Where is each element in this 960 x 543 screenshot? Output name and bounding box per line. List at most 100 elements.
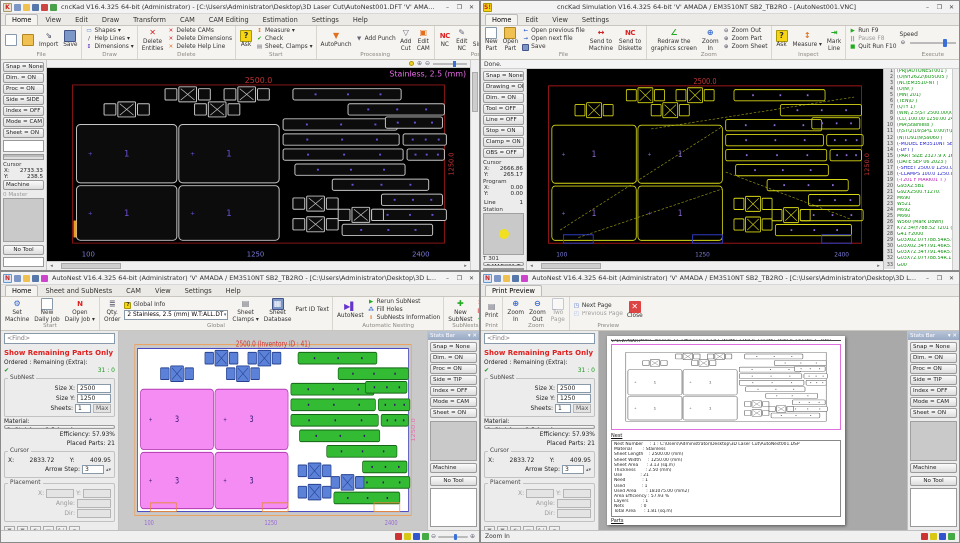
close-button[interactable]: ✕ <box>466 2 477 12</box>
shapes-button[interactable]: ▭ Shapes ▾ <box>85 28 133 35</box>
vertical-scrollbar[interactable] <box>470 60 479 270</box>
set-machine-button[interactable]: ⚙ Set Machine <box>4 298 30 323</box>
maximize-button[interactable]: ❐ <box>934 2 945 12</box>
print-button[interactable]: ▤ Print <box>484 301 499 320</box>
open-icon[interactable] <box>23 274 30 282</box>
nc-scrollbar[interactable] <box>952 69 959 270</box>
stats-bar-close-icon[interactable]: ▾ ✕ <box>468 333 477 339</box>
status-toggle[interactable]: Snap = None <box>3 62 44 72</box>
close-button[interactable]: ✕ <box>466 273 477 283</box>
arrow-step-field[interactable]: 3 <box>81 465 104 474</box>
close-button[interactable]: ✕ <box>946 273 957 283</box>
save-button[interactable]: Save <box>62 30 78 48</box>
minimize-button[interactable]: – <box>442 273 453 283</box>
part-id-text-button[interactable]: Part ID Text <box>295 307 329 314</box>
mark-line-button[interactable]: ⇥ Mark Line <box>826 27 842 52</box>
ribbon-tab[interactable]: CAM <box>173 14 202 25</box>
size-x-field[interactable]: 2500 <box>77 384 111 393</box>
ribbon-tab[interactable]: Edit <box>68 14 95 25</box>
zoom-out-button[interactable]: ⊖ Zoom Out <box>723 28 768 35</box>
new-icon[interactable] <box>14 274 21 282</box>
status-toggle[interactable]: Mode = CAM <box>430 397 477 407</box>
save-icon[interactable] <box>32 274 39 282</box>
close-preview-button[interactable]: ✕ Close <box>626 301 644 319</box>
minimize-button[interactable]: – <box>922 273 933 283</box>
new-part-button[interactable]: New Part <box>484 27 499 52</box>
zoom-sheet-button[interactable]: ⊕ Zoom Sheet <box>723 44 768 51</box>
save-button[interactable]: Save <box>522 44 585 51</box>
nest-icon[interactable] <box>41 274 48 282</box>
max-button[interactable]: Max <box>93 404 111 413</box>
import-button[interactable]: ⇘ Import <box>38 30 59 49</box>
zoom-in-button[interactable]: ⊕ Zoom In <box>506 298 525 323</box>
speed-minus-icon[interactable]: ⊖ <box>899 40 906 47</box>
find-input[interactable]: <Find> <box>484 333 595 344</box>
delete-cams-button[interactable]: ✕ Delete CAMs <box>167 28 232 35</box>
measure-button[interactable]: ↕ Measure ▾ <box>792 30 823 49</box>
ribbon-tab[interactable]: Help <box>219 285 248 296</box>
quit-run-button[interactable]: ■ Quit Run F10 <box>849 44 896 51</box>
close-button[interactable]: ✕ <box>946 2 957 12</box>
maximize-button[interactable]: ❐ <box>934 273 945 283</box>
find-input[interactable]: <Find> <box>4 333 115 344</box>
measure-button[interactable]: ↕ Measure ▾ <box>256 28 313 35</box>
status-toggle[interactable]: Tool = OFF <box>483 104 524 114</box>
open-next-file-button[interactable]: → Open next file <box>522 36 585 43</box>
previous-page-button[interactable]: ◰ Previous Page <box>573 311 623 318</box>
ribbon-tab[interactable]: View <box>148 285 178 296</box>
view-icon[interactable] <box>50 3 57 11</box>
check-button[interactable]: ✔ Check <box>256 36 313 43</box>
delete-entities-button[interactable]: ✕ Delete Entities <box>141 27 165 52</box>
status-icon-green[interactable] <box>948 533 955 540</box>
status-icon-yellow[interactable] <box>403 533 411 540</box>
ask-button[interactable]: ? Ask <box>239 30 253 48</box>
send-to-diskette-button[interactable]: NC Send to Diskette <box>617 27 643 51</box>
ribbon-tab[interactable]: Estimation <box>256 14 305 25</box>
add-cut-button[interactable]: ▽ Add Cut <box>399 27 413 52</box>
ribbon-tab[interactable]: Settings <box>575 14 616 25</box>
size-y-field[interactable]: 1250 <box>557 394 591 403</box>
status-toggle[interactable]: Proc = ON <box>910 364 957 374</box>
size-y-field[interactable]: 1250 <box>77 394 111 403</box>
simulation-button[interactable]: S!Simulation <box>472 30 479 48</box>
titlebar-autonest-preview[interactable]: N AutoNest V16.4.325 64-bit (Administrat… <box>481 272 959 285</box>
speed-slider[interactable]: ⊖⊕ <box>899 39 959 48</box>
stats-bar-close-icon[interactable]: ▾ ✕ <box>948 333 957 339</box>
zoom-out-icon[interactable]: ⊖ <box>431 533 436 540</box>
open-icon[interactable] <box>23 3 30 11</box>
qty-order-button[interactable]: ≣ Qty. Order <box>103 298 121 323</box>
delete-subnest-icon[interactable]: ✕ <box>477 299 479 306</box>
remaining-parts-warning[interactable]: Show Remaining Parts Only <box>4 349 115 357</box>
arrow-step-field[interactable]: 3 <box>561 465 584 474</box>
remaining-parts-warning[interactable]: Show Remaining Parts Only <box>484 349 595 357</box>
status-toggle[interactable]: Proc = ON <box>3 84 44 94</box>
run-button[interactable]: ▶ Run F9 <box>849 28 896 35</box>
zoom-out-icon[interactable]: ⊖ <box>425 60 430 67</box>
status-toggle[interactable]: OBS = OFF <box>483 148 524 158</box>
status-toggle[interactable]: Dim. = ON <box>910 353 957 363</box>
status-toggle[interactable]: Stop = ON <box>483 126 524 136</box>
clear-subnest-icon[interactable]: ▧ <box>477 307 479 314</box>
ribbon-tab[interactable]: Home <box>5 14 39 25</box>
status-icon-green[interactable] <box>421 533 429 540</box>
two-page-button[interactable]: Two Page <box>550 298 566 323</box>
material-button[interactable]: 2. Stainless, 2.5 (mm) <box>4 425 115 429</box>
sheet-clamps-button[interactable]: ▤ Sheet, Clamps ▾ <box>256 44 313 51</box>
zoom-slider[interactable] <box>433 60 467 67</box>
new-icon[interactable] <box>494 274 501 282</box>
material-button[interactable]: 2. Stainless, 2.5 (mm) <box>484 425 595 429</box>
maximize-button[interactable]: ❐ <box>454 273 465 283</box>
fill-holes-button[interactable]: ⁂ Fill Holes <box>368 307 441 314</box>
status-icon-blue[interactable] <box>412 533 420 540</box>
redraw-button[interactable]: ∠ Redraw the graphics screen <box>650 27 698 52</box>
ribbon-tab[interactable]: View <box>545 14 575 25</box>
status-toggle[interactable]: Sheet = ON <box>3 128 44 138</box>
status-toggle[interactable]: Mode = CAM <box>3 117 44 127</box>
max-button[interactable]: Max <box>573 404 591 413</box>
zoom-part-button[interactable]: ⊕ Zoom Part <box>723 36 768 43</box>
tool-name[interactable]: F MARK01 T <box>483 262 524 266</box>
save-icon[interactable] <box>32 3 39 11</box>
nc-button[interactable]: NC NC <box>438 30 452 48</box>
sheet-clamps-button[interactable]: ▤ Sheet Clamps ▾ <box>231 298 259 323</box>
status-icon-red[interactable] <box>921 533 928 540</box>
